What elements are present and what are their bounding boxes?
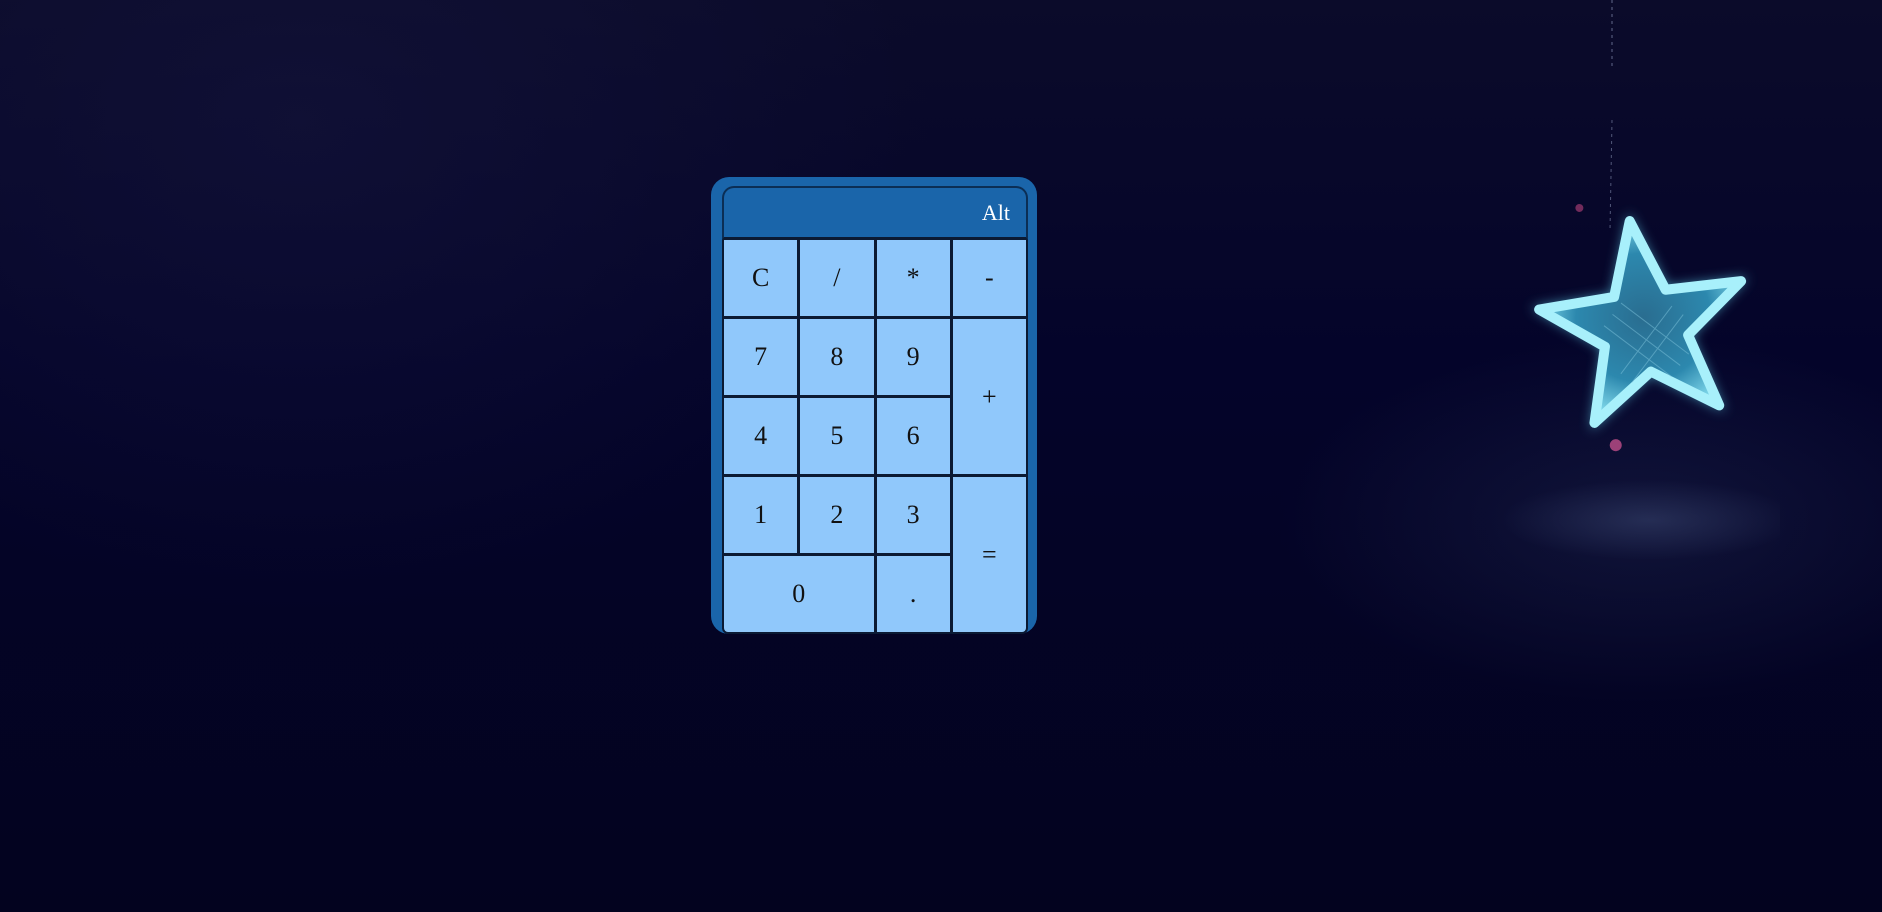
key-multiply[interactable]: * xyxy=(876,240,950,316)
key-1[interactable]: 1 xyxy=(724,477,798,553)
key-2[interactable]: 2 xyxy=(800,477,874,553)
star-icon xyxy=(1530,203,1749,452)
keypad: C / * - 7 8 9 + 4 5 6 1 2 3 = 0 . xyxy=(722,240,1028,634)
hanging-decoration xyxy=(1500,0,1780,560)
key-8[interactable]: 8 xyxy=(800,319,874,395)
key-9[interactable]: 9 xyxy=(876,319,950,395)
key-6[interactable]: 6 xyxy=(876,398,950,474)
key-add[interactable]: + xyxy=(952,319,1026,474)
key-0[interactable]: 0 xyxy=(724,556,874,632)
calculator-display: Alt xyxy=(722,186,1028,240)
key-subtract[interactable]: - xyxy=(952,240,1026,316)
key-decimal[interactable]: . xyxy=(876,556,950,632)
key-4[interactable]: 4 xyxy=(724,398,798,474)
key-divide[interactable]: / xyxy=(800,240,874,316)
moon-icon xyxy=(1598,72,1632,115)
display-value: Alt xyxy=(981,199,1010,225)
key-5[interactable]: 5 xyxy=(800,398,874,474)
key-3[interactable]: 3 xyxy=(876,477,950,553)
key-clear[interactable]: C xyxy=(724,240,798,316)
key-equals[interactable]: = xyxy=(952,477,1026,632)
key-7[interactable]: 7 xyxy=(724,319,798,395)
calculator: Alt C / * - 7 8 9 + 4 5 6 1 2 3 = 0 . xyxy=(711,177,1037,634)
